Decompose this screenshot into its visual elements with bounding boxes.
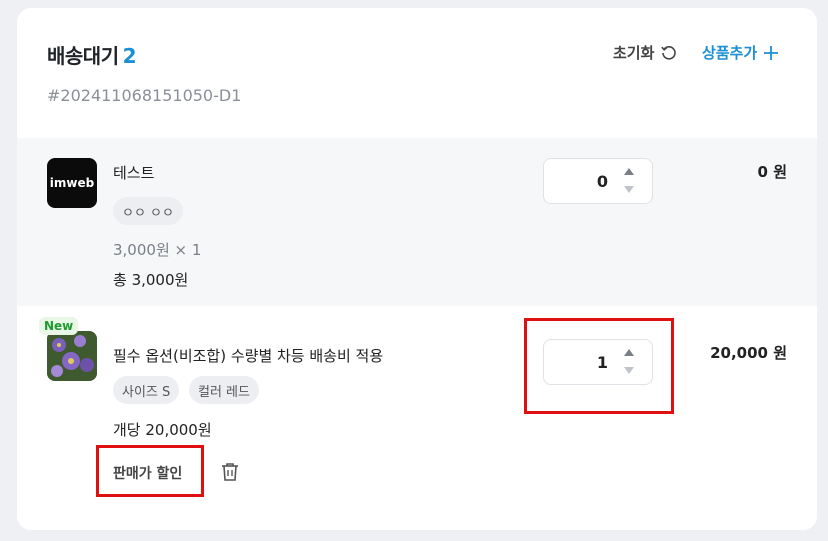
unit-price-line: 개당 20,000원 — [113, 421, 212, 439]
option-chip: 사이즈 S — [113, 376, 180, 404]
line-price: 0 원 — [757, 163, 787, 181]
title-text: 배송대기 — [47, 44, 119, 68]
quantity-stepper[interactable]: 0 — [543, 158, 653, 204]
quantity-value[interactable]: 0 — [597, 172, 608, 191]
product-thumbnail — [47, 331, 97, 381]
highlight-box — [524, 318, 674, 414]
reset-label: 초기화 — [613, 44, 655, 62]
add-label: 상품추가 — [702, 44, 758, 62]
page-title: 배송대기 2 — [47, 40, 137, 69]
flower-image — [47, 331, 97, 381]
list-item: New 필수 옵션(비조합) 수량별 차등 배송비 적용 사이즈 S 컬러 레드… — [17, 306, 817, 530]
highlight-box — [96, 445, 204, 497]
refresh-icon — [661, 45, 677, 60]
line-price: 20,000 원 — [710, 344, 787, 362]
product-name: 테스트 — [113, 164, 155, 182]
option-chip: ㅇㅇ ㅇㅇ — [113, 197, 183, 225]
reset-button[interactable]: 초기화 — [613, 42, 678, 63]
option-chip: 컬러 레드 — [189, 376, 259, 404]
thumbnail-logo-text: imweb — [49, 176, 95, 190]
item-count: 2 — [122, 44, 137, 68]
unit-price-line: 3,000원 × 1 — [113, 241, 202, 259]
shipping-card: 배송대기 2 #202411068151050-D1 초기화 상품추가 imweb… — [17, 8, 817, 530]
product-name: 필수 옵션(비조합) 수량별 차등 배송비 적용 — [113, 347, 384, 365]
caret-up-icon[interactable] — [624, 168, 634, 175]
add-product-button[interactable]: 상품추가 — [702, 42, 779, 63]
caret-down-icon[interactable] — [624, 186, 634, 193]
trash-icon[interactable] — [221, 462, 239, 482]
order-number: #202411068151050-D1 — [47, 86, 242, 105]
plus-icon — [764, 45, 779, 60]
list-item: imweb 테스트 ㅇㅇ ㅇㅇ 3,000원 × 1 총 3,000원 0 0 … — [17, 138, 817, 306]
total-price-line: 총 3,000원 — [113, 271, 189, 289]
new-badge: New — [39, 317, 79, 335]
product-thumbnail: imweb — [47, 158, 97, 208]
